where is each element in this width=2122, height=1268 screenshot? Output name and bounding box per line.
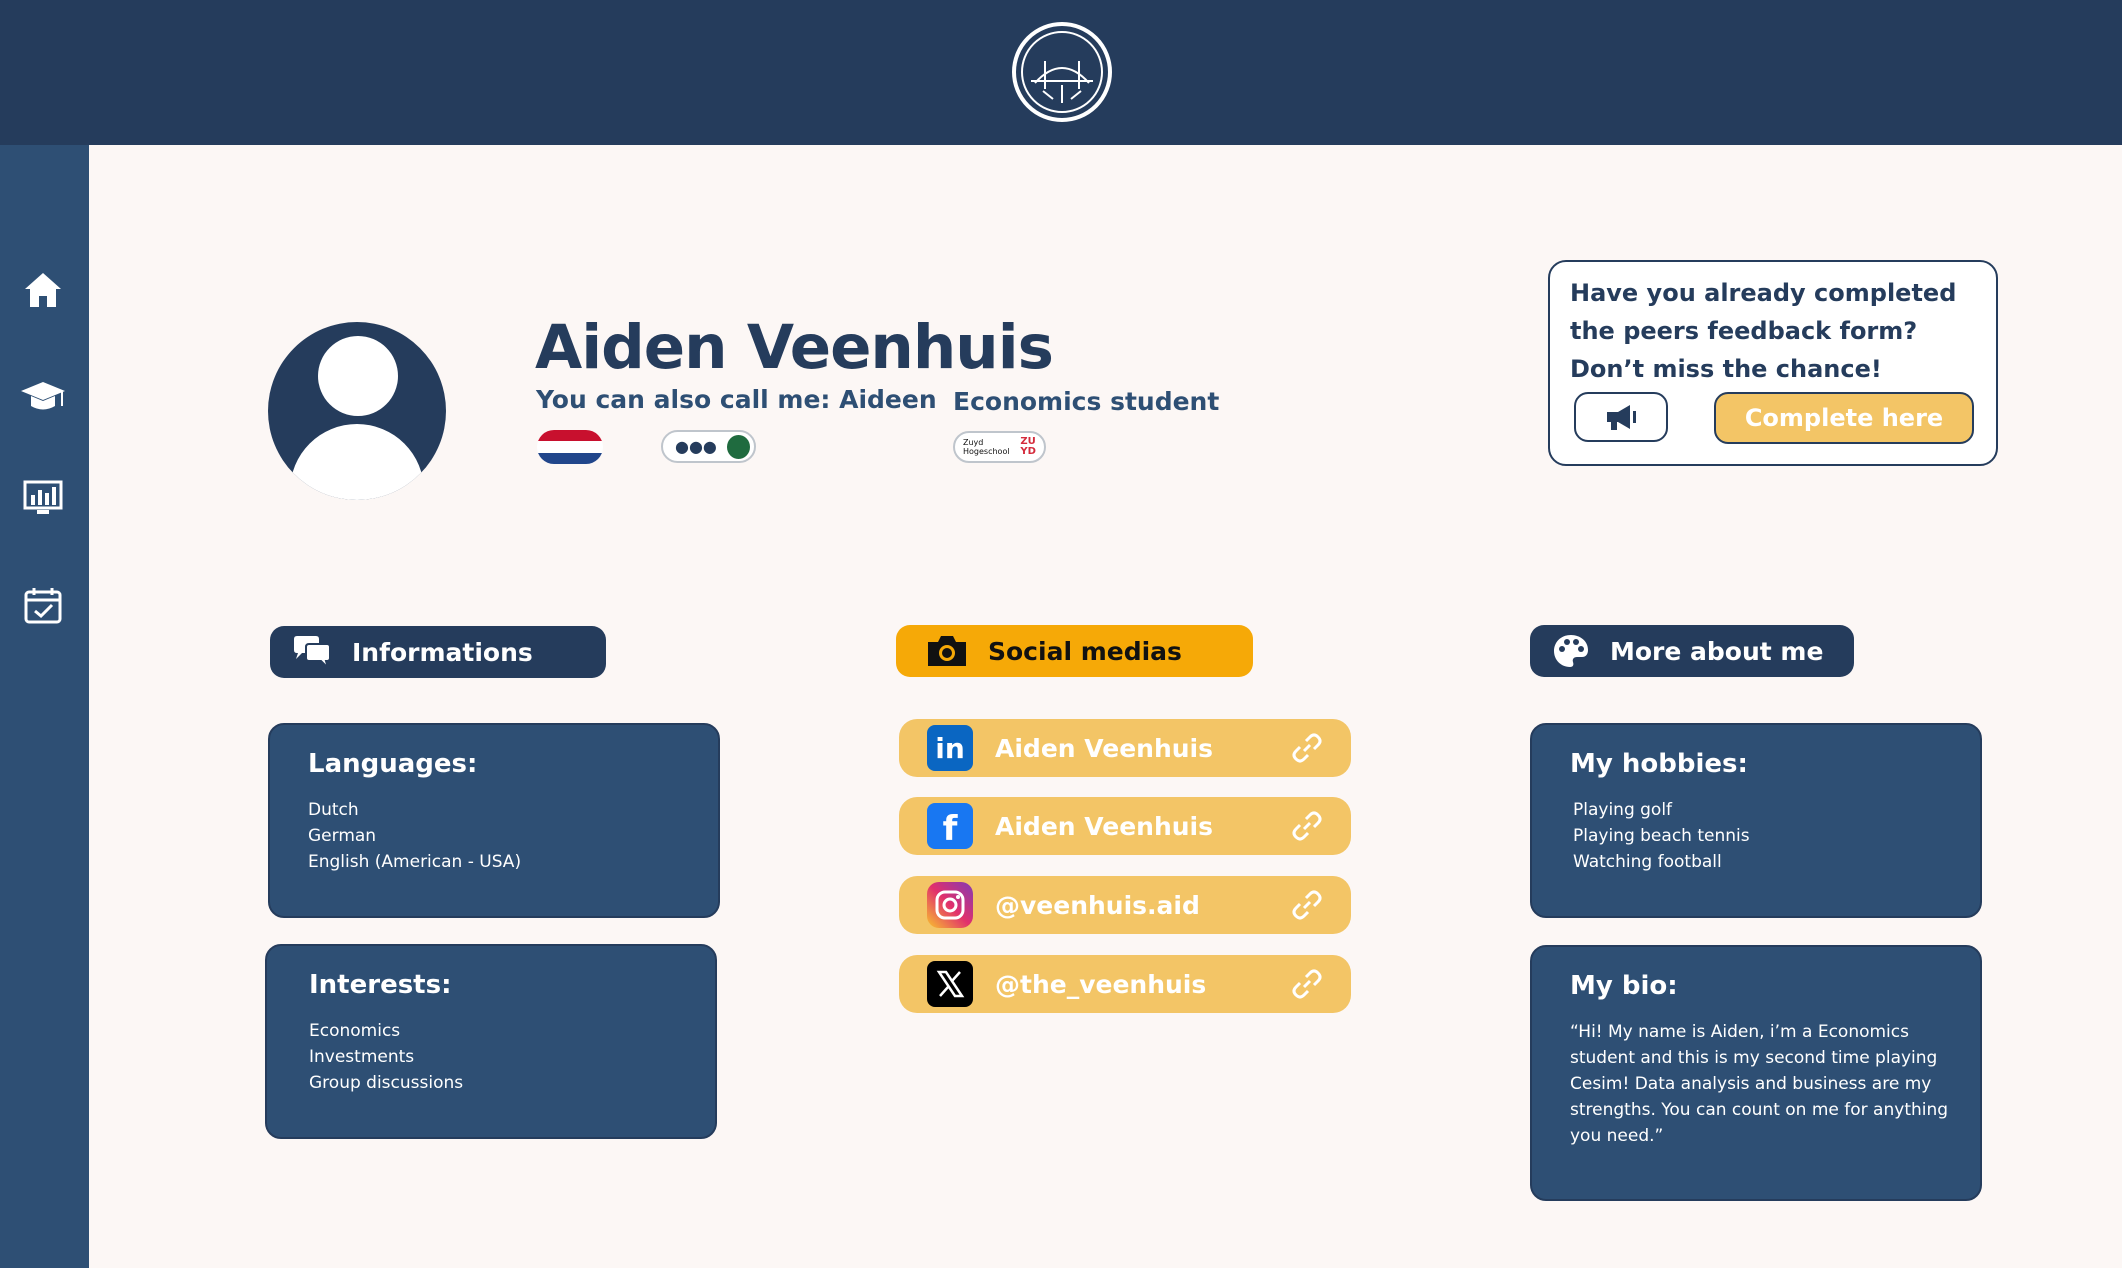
facebook-handle: Aiden Veenhuis [995,811,1214,841]
link-icon[interactable] [1289,730,1325,766]
interest-item: Group discussions [309,1073,464,1093]
profile-avatar [268,322,446,500]
linkedin-icon: in [927,725,973,771]
feedback-text: Have you already completed the peers fee… [1570,279,1957,383]
palette-icon [1552,633,1590,669]
hobby-item: Playing beach tennis [1573,826,1750,846]
instagram-handle: @veenhuis.aid [995,890,1200,920]
linkedin-link-row[interactable]: in Aiden Veenhuis [899,719,1351,777]
interest-item: Economics [309,1021,401,1041]
social-medias-label: Social medias [988,636,1182,666]
hobby-item: Watching football [1573,852,1722,872]
language-item: Dutch [308,800,359,820]
interests-title: Interests: [309,970,452,1000]
instagram-link-row[interactable]: @veenhuis.aid [899,876,1351,934]
more-about-me-label: More about me [1610,636,1824,666]
school-name: Zuyd Hogeschool [963,438,1010,456]
bio-text: “Hi! My name is Aiden, i’m a Economics s… [1570,1022,1949,1146]
bio-title: My bio: [1570,971,1678,1001]
hobbies-title: My hobbies: [1570,749,1748,779]
calendar-check-icon[interactable] [20,582,66,628]
team-status-toggle[interactable]: ●●● [661,430,756,463]
app-logo[interactable] [1012,22,1112,122]
social-medias-header: Social medias [896,625,1253,677]
bio-card: My bio: “Hi! My name is Aiden, i’m a Eco… [1530,945,1982,1201]
complete-feedback-button[interactable]: Complete here [1714,392,1974,444]
linkedin-handle: Aiden Veenhuis [995,733,1214,763]
x-icon [927,961,973,1007]
link-icon[interactable] [1289,887,1325,923]
top-header [0,0,2122,145]
facebook-icon: f [927,803,973,849]
interests-card: Interests: Economics Investments Group d… [265,944,717,1139]
home-icon[interactable] [20,267,66,313]
link-icon[interactable] [1289,966,1325,1002]
netherlands-flag-icon [537,430,603,464]
graduation-cap-icon[interactable] [20,373,66,419]
megaphone-icon [1607,405,1636,430]
hobby-item: Playing golf [1573,800,1673,820]
link-icon[interactable] [1289,808,1325,844]
people-icon: ●●● [675,437,717,456]
language-item: German [308,826,377,846]
hobbies-card: My hobbies: Playing golf Playing beach t… [1530,723,1982,918]
facebook-link-row[interactable]: f Aiden Veenhuis [899,797,1351,855]
profile-name: Aiden Veenhuis [535,312,1054,383]
dashboard-monitor-icon[interactable] [20,475,66,521]
languages-title: Languages: [308,749,478,779]
camera-icon [926,634,968,668]
informations-header: Informations [270,626,606,678]
sidebar [0,145,89,1268]
profile-nickname: You can also call me: Aideen [536,385,937,414]
informations-label: Informations [352,637,533,667]
feedback-reminder-card: Have you already completed the peers fee… [1548,260,1998,466]
profile-study: Economics student [953,387,1220,416]
toggle-knob [726,434,750,459]
languages-card: Languages: Dutch German English (America… [268,723,720,918]
instagram-icon [927,882,973,928]
megaphone-button[interactable] [1574,392,1668,442]
more-about-me-header: More about me [1530,625,1854,677]
school-badge: Zuyd Hogeschool ZU YD [953,431,1046,463]
school-brand: ZU YD [1020,436,1036,457]
chat-bubbles-icon [292,635,332,669]
x-handle: @the_veenhuis [995,969,1207,999]
language-item: English (American - USA) [308,852,522,872]
x-link-row[interactable]: @the_veenhuis [899,955,1351,1013]
bridge-logo-icon [1021,31,1103,113]
interest-item: Investments [309,1047,415,1067]
